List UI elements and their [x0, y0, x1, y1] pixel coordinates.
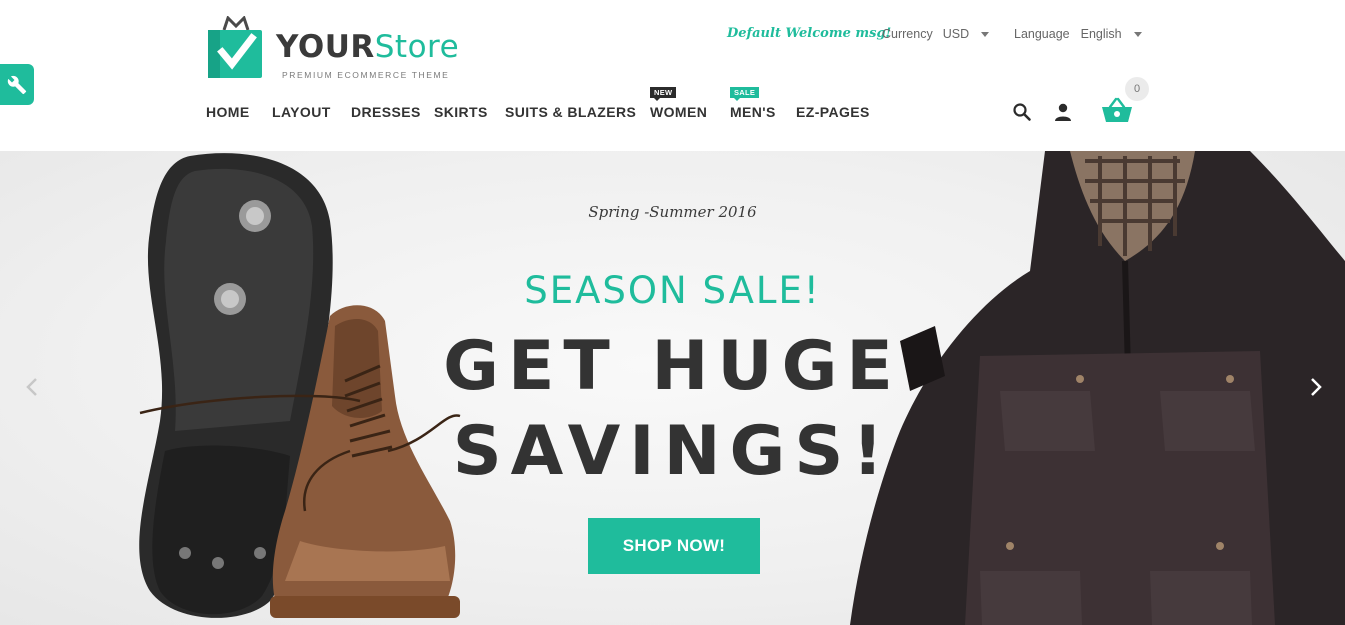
chevron-down-icon — [1133, 31, 1142, 37]
logo-tagline: PREMIUM ECOMMERCE THEME — [282, 70, 450, 80]
hero-headline-line-2: SAVINGS! — [452, 412, 893, 491]
nav-item-mens-label: MEN'S — [730, 104, 776, 120]
sale-badge: SALE — [730, 87, 760, 101]
hero-headline-line-1: GET HUGE — [443, 327, 902, 406]
user-icon[interactable] — [1053, 102, 1073, 122]
currency-selector[interactable]: Currency USD — [882, 27, 990, 41]
nav-item-suits-blazers[interactable]: SUITS & BLAZERS — [505, 104, 636, 120]
search-icon[interactable] — [1012, 102, 1032, 122]
hero-subtitle: Spring -Summer 2016 — [588, 203, 757, 221]
logo-store: Store — [374, 29, 460, 65]
shopping-bag-check-icon — [208, 16, 262, 78]
basket-icon[interactable] — [1101, 96, 1133, 124]
new-badge: NEW — [650, 87, 677, 101]
nav-item-women-label: WOMEN — [650, 104, 708, 120]
chevron-right-icon[interactable] — [1308, 376, 1324, 398]
nav-item-dresses[interactable]: DRESSES — [351, 104, 421, 120]
hero-accent-headline: SEASON SALE! — [524, 269, 821, 312]
welcome-message: Default Welcome msg! — [727, 26, 892, 41]
logo-your: YOUR — [276, 29, 375, 65]
site-header: YOURStore PREMIUM ECOMMERCE THEME Defaul… — [0, 0, 1345, 151]
currency-label: Currency — [882, 27, 933, 41]
nav-item-mens[interactable]: SALE MEN'S — [730, 87, 776, 120]
nav-item-layout[interactable]: LAYOUT — [272, 104, 331, 120]
hero-slider: Spring -Summer 2016 SEASON SALE! GET HUG… — [0, 151, 1345, 625]
cart-count-badge: 0 — [1125, 77, 1149, 101]
shop-now-button[interactable]: SHOP NOW! — [588, 518, 760, 574]
currency-value: USD — [942, 27, 970, 41]
language-value: English — [1080, 27, 1122, 41]
language-selector[interactable]: Language English — [1014, 27, 1142, 41]
theme-settings-tab[interactable] — [0, 64, 34, 105]
chevron-left-icon[interactable] — [24, 376, 40, 398]
logo-wordmark: YOURStore — [276, 30, 459, 64]
nav-item-ez-pages[interactable]: EZ-PAGES — [796, 104, 870, 120]
nav-item-skirts[interactable]: SKIRTS — [434, 104, 488, 120]
store-logo[interactable]: YOURStore PREMIUM ECOMMERCE THEME — [206, 16, 476, 82]
nav-item-home[interactable]: HOME — [206, 104, 250, 120]
chevron-down-icon — [981, 31, 990, 37]
language-label: Language — [1014, 27, 1070, 41]
wrench-icon — [7, 75, 27, 94]
nav-item-women[interactable]: NEW WOMEN — [650, 87, 708, 120]
